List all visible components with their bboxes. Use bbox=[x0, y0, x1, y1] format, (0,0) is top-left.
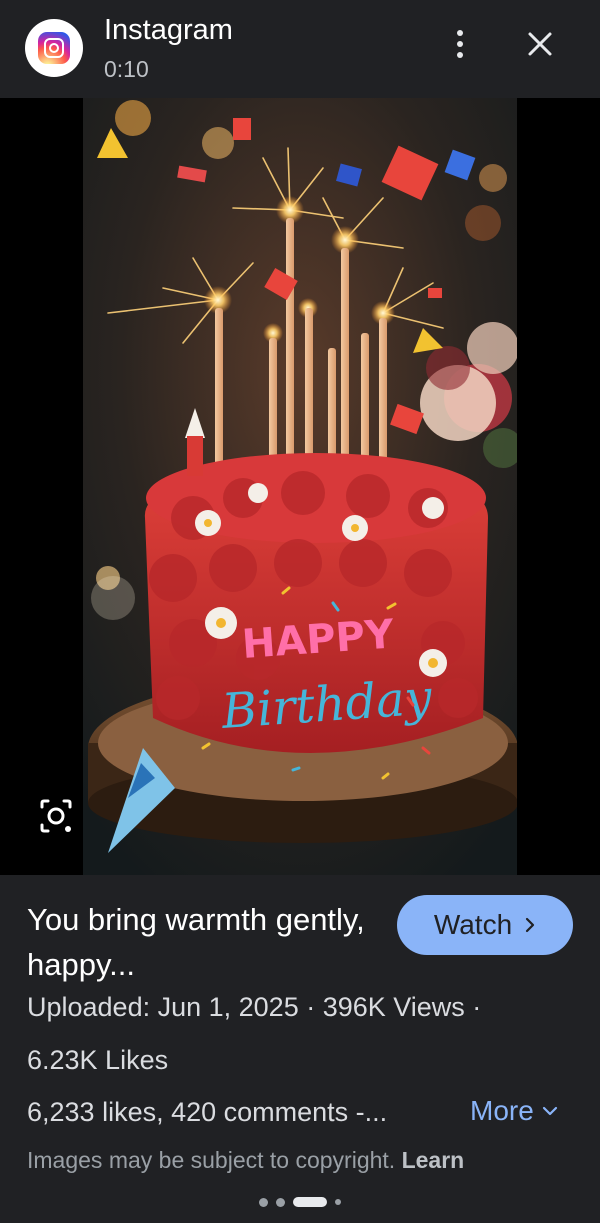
watch-button-label: Watch bbox=[433, 909, 513, 940]
more-dot bbox=[457, 52, 463, 58]
birthday-cake-image: HAPPY Birthday bbox=[83, 98, 517, 875]
learn-more-link[interactable]: Learn bbox=[402, 1147, 465, 1173]
media-area: HAPPY Birthday bbox=[0, 98, 600, 875]
upload-info: Uploaded: Jun 1, 2025 · 396K Views · bbox=[27, 992, 482, 1022]
more-vert-icon[interactable] bbox=[444, 24, 476, 64]
video-duration: 0:10 bbox=[104, 56, 149, 82]
page-indicator bbox=[0, 1195, 600, 1209]
watch-button[interactable]: Watch bbox=[397, 895, 573, 955]
viewer-header: Instagram 0:10 bbox=[0, 0, 600, 98]
page-dot bbox=[276, 1197, 285, 1207]
chevron-right-icon bbox=[526, 917, 535, 933]
copyright-text: Images may be subject to copyright. bbox=[27, 1147, 396, 1173]
page-dot-active bbox=[293, 1197, 327, 1207]
source-name[interactable]: Instagram bbox=[104, 14, 233, 47]
more-button-label: More bbox=[470, 1095, 534, 1126]
preview-image[interactable]: HAPPY Birthday bbox=[83, 98, 517, 875]
more-dot bbox=[457, 41, 463, 47]
result-title[interactable]: You bring warmth gently, happy... bbox=[27, 897, 377, 987]
page-dot bbox=[259, 1197, 268, 1207]
result-info-panel: You bring warmth gently, happy... Watch … bbox=[0, 875, 600, 1223]
chevron-down-icon bbox=[542, 1106, 557, 1116]
likes-summary: 6.23K Likes bbox=[27, 1045, 169, 1075]
google-lens-icon[interactable] bbox=[28, 797, 84, 839]
instagram-logo-icon[interactable] bbox=[25, 19, 83, 77]
page-dot bbox=[335, 1199, 341, 1205]
image-viewer-screen: Instagram 0:10 HAPPY Birthday You bring … bbox=[0, 0, 600, 1223]
engagement-stats: 6,233 likes, 420 comments -... bbox=[27, 1097, 388, 1127]
close-icon[interactable] bbox=[520, 24, 560, 64]
more-dot bbox=[457, 30, 463, 36]
copyright-notice: Images may be subject to copyright. Lear… bbox=[27, 1147, 464, 1174]
more-button[interactable]: More bbox=[470, 1095, 558, 1127]
instagram-glyph bbox=[38, 32, 70, 64]
